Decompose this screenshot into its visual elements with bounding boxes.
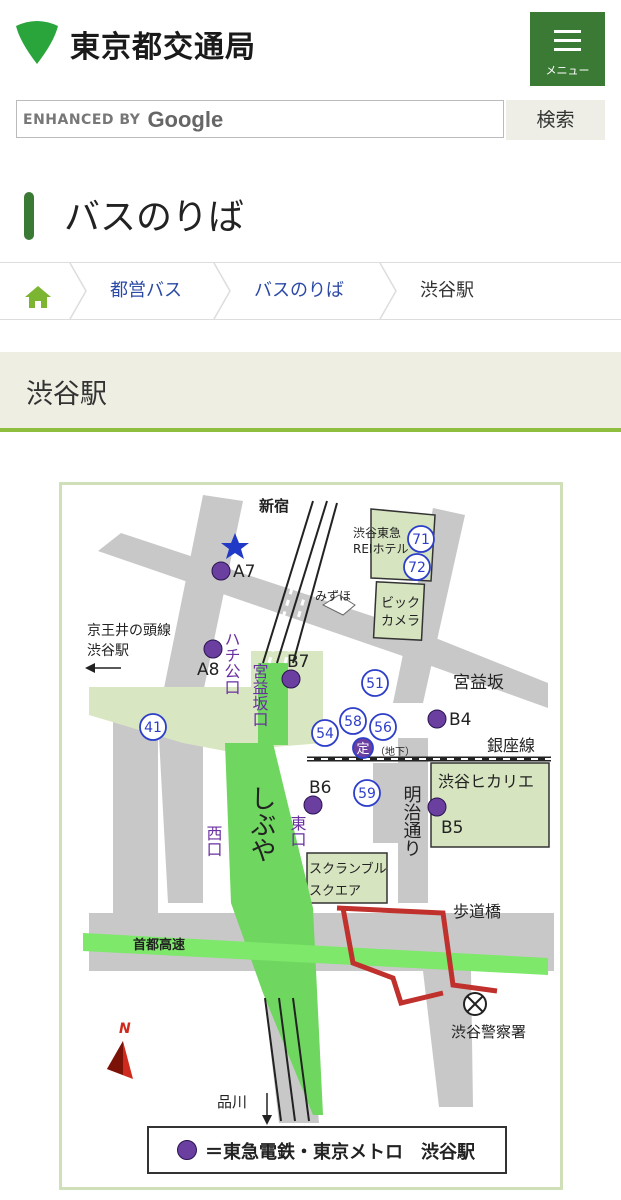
legend-exit-dot [177,1140,197,1160]
label-hachiko: ハチ公口 [222,631,241,695]
road-miyamasuzaka [423,633,548,708]
exit-dot-a7 [211,561,231,581]
tokyo-metro-gov-logo-icon[interactable] [14,20,60,66]
exit-dot-b7 [281,669,301,689]
breadcrumb-bus-stops[interactable]: バスのりば [254,263,344,319]
hamburger-icon [554,30,581,57]
bus-stop-label-51: 51 [366,676,384,692]
label-nishiguchi: 西口 [204,825,223,857]
bus-stop-label-54: 54 [316,726,334,742]
chevron-right-icon [69,263,87,319]
bus-stop-label-teiki: 定 [356,742,369,757]
label-hodokyo: 歩道橋 [453,902,501,921]
chevron-right-icon [379,263,397,319]
label-shinagawa: 品川 [217,1093,247,1111]
bus-stop-label-72: 72 [408,560,426,576]
bus-stop-label-59: 59 [358,786,376,802]
breadcrumb: 都営バス バスのりば 渋谷駅 [0,262,621,320]
label-miyamasuzaka: 宮益坂 [453,673,504,693]
label-hikarie: 渋谷ヒカリエ [438,772,534,791]
page-title-accent [24,192,34,240]
label-higashiguchi: 東口 [288,815,307,847]
road-west-shape [158,719,203,903]
breadcrumb-home[interactable] [24,277,52,308]
chevron-right-icon [213,263,231,319]
search-input-wrapper[interactable]: ENHANCED BY Google [16,100,504,138]
menu-button-label: メニュー [545,64,590,77]
label-ginza: 銀座線 [487,736,535,755]
breadcrumb-toei-bus[interactable]: 都営バス [110,263,182,319]
label-miyamasuzaka-exit: 宮益坂口 [250,663,269,727]
railway-north [262,500,338,664]
label-bic2: カメラ [381,614,420,629]
exit-dot-b6 [303,795,323,815]
label-scramble2: スクエア [309,884,361,899]
map-drawing: 新宿 渋谷東急 REIホテル みずほ ビック カメラ 京王井の頭線 渋谷駅 宮益… [83,495,554,1125]
bus-stop-label-71: 71 [412,532,430,548]
section-heading: 渋谷駅 [0,352,621,432]
exit-dot-b5 [427,797,447,817]
menu-button[interactable]: メニュー [530,12,605,86]
map-legend: ＝東急電鉄・東京メトロ 渋谷駅 [147,1126,507,1174]
exit-dot-b4 [427,709,447,729]
site-header: 東京都交通局 メニュー [0,0,621,96]
label-keio1: 京王井の頭線 [87,623,171,639]
breadcrumb-current: 渋谷駅 [420,280,474,301]
legend-text: ＝東急電鉄・東京メトロ 渋谷駅 [205,1142,475,1163]
site-name[interactable]: 東京都交通局 [70,22,256,66]
search-input[interactable] [17,101,503,137]
label-bic1: ビック [381,596,420,611]
bus-stop-label-56: 56 [374,720,392,736]
label-keio2: 渋谷駅 [87,643,129,659]
label-shibuya: しぶや [246,785,276,863]
exit-label-b5: B5 [441,818,463,838]
exit-dot-a8 [203,639,223,659]
label-meiji: 明治通り [401,785,422,857]
label-shinjuku: 新宿 [259,497,289,515]
label-north: N [119,1021,131,1037]
label-tokyu-rei: 渋谷東急 [353,525,401,540]
bus-stop-map: 新宿 渋谷東急 REIホテル みずほ ビック カメラ 京王井の頭線 渋谷駅 宮益… [59,482,563,1190]
label-scramble1: スクランブル [309,861,387,877]
label-rei-hotel: REIホテル [353,542,408,556]
exit-label-b7: B7 [287,652,309,672]
section-heading-text: 渋谷駅 [26,379,107,410]
label-police: 渋谷警察署 [451,1023,526,1041]
label-chika: （地下） [375,745,415,758]
page-title: バスのりば [64,197,245,238]
label-mizuho: みずほ [315,589,351,603]
home-icon [25,286,51,308]
bus-stop-label-58: 58 [344,714,362,730]
search-button[interactable]: 検索 [506,100,605,140]
exit-label-b4: B4 [449,710,471,730]
exit-label-b6: B6 [309,778,331,798]
exit-label-a7: A7 [233,562,255,582]
exit-label-a8: A8 [197,660,219,680]
label-shuto: 首都高速 [133,937,185,953]
bus-stop-label-41: 41 [144,720,162,736]
